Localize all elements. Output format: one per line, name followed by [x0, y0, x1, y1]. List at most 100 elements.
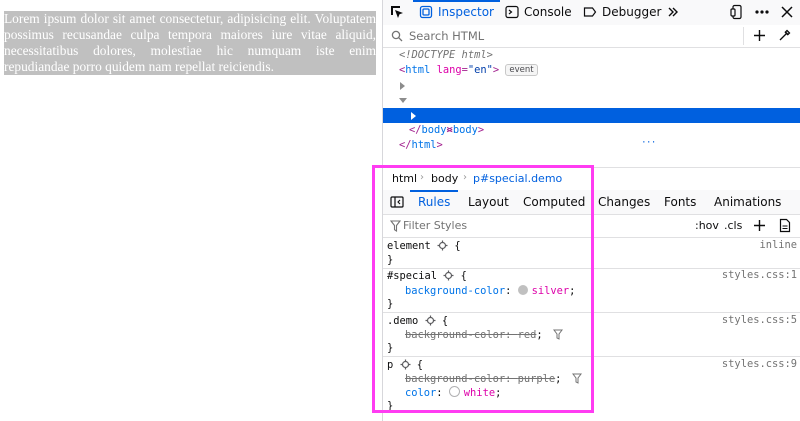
- event-badge[interactable]: event: [505, 64, 538, 76]
- expand-twisty-icon[interactable]: [411, 112, 416, 120]
- color-swatch-icon[interactable]: [448, 386, 460, 397]
- rule-source-link[interactable]: styles.css:5: [722, 314, 797, 326]
- breadcrumb-separator-icon: ›: [420, 172, 424, 183]
- markup-body-close[interactable]: </body>: [383, 123, 800, 138]
- responsive-design-icon[interactable]: [730, 0, 746, 24]
- rule-selector-line: p {: [387, 358, 423, 372]
- tab-changes[interactable]: Changes: [590, 190, 658, 214]
- special-demo-paragraph: Lorem ipsum dolor sit amet consectetur, …: [4, 11, 376, 75]
- color-swatch-icon[interactable]: [517, 285, 528, 295]
- markup-head[interactable]: <head></head>: [383, 78, 800, 121]
- add-node-icon[interactable]: [753, 29, 766, 42]
- declaration-line-overridden[interactable]: background-color: purple;: [405, 372, 582, 386]
- rules-list: element { inline } #special { styles.css…: [383, 238, 800, 421]
- rule-element: element { inline }: [383, 238, 800, 269]
- highlight-selector-icon[interactable]: [425, 315, 436, 326]
- search-icon: [391, 30, 403, 42]
- tab-animations[interactable]: Animations: [706, 190, 789, 214]
- property-value[interactable]: white: [464, 387, 495, 399]
- markup-doctype: <!DOCTYPE html>: [383, 48, 800, 63]
- markup-tree: <!DOCTYPE html> <html lang="en"> event <…: [383, 48, 800, 164]
- property-name[interactable]: color: [405, 387, 436, 399]
- highlight-selector-icon[interactable]: [443, 270, 454, 281]
- rule-p-element: p { styles.css:9 background-color: purpl…: [383, 356, 800, 414]
- highlight-selector-icon[interactable]: [437, 240, 448, 251]
- rule-selector[interactable]: element: [387, 240, 431, 252]
- close-icon[interactable]: [780, 0, 796, 24]
- tab-rules[interactable]: Rules: [410, 190, 459, 214]
- meatball-menu-icon[interactable]: [754, 0, 772, 24]
- eyedropper-icon[interactable]: [778, 28, 792, 42]
- pick-element-icon[interactable]: [389, 0, 407, 24]
- property-name[interactable]: background-color: [405, 329, 505, 341]
- rule-close-brace: }: [387, 400, 394, 412]
- property-name[interactable]: background-color: [405, 285, 505, 297]
- tab-debugger[interactable]: Debugger: [577, 0, 667, 24]
- markup-body-open[interactable]: <body>: [383, 93, 800, 136]
- class-toggle[interactable]: .cls: [724, 219, 742, 232]
- breadcrumb-body[interactable]: body: [431, 172, 458, 185]
- declaration-line-overridden[interactable]: background-color: red;: [405, 328, 563, 342]
- body-close-tag-name: body: [421, 124, 447, 136]
- devtools-toolbar: Inspector Console Debugger: [383, 0, 800, 26]
- breadcrumb-separator-icon: ›: [463, 172, 467, 183]
- filter-overridden-icon[interactable]: [571, 373, 582, 384]
- declaration-line[interactable]: background-color: silver;: [405, 284, 575, 298]
- tab-computed[interactable]: Computed: [515, 190, 593, 214]
- highlight-selector-icon[interactable]: [400, 359, 411, 370]
- markup-p-selected[interactable]: <p id="special" class="demo"></p>: [383, 108, 800, 151]
- markup-html-open[interactable]: <html lang="en"> event: [383, 63, 800, 78]
- search-input[interactable]: Search HTML: [409, 29, 484, 43]
- rule-source-link: inline: [759, 239, 797, 251]
- breadcrumb-html[interactable]: html: [392, 172, 417, 185]
- filter-overridden-icon[interactable]: [552, 329, 563, 340]
- tab-console[interactable]: Console: [499, 0, 578, 24]
- declaration-line[interactable]: color: white;: [405, 386, 501, 400]
- inspector-icon: [419, 5, 433, 19]
- doctype-text: <!DOCTYPE html>: [399, 49, 493, 61]
- rule-source-link[interactable]: styles.css:9: [722, 358, 797, 370]
- filter-styles-input[interactable]: Filter Styles: [403, 219, 467, 232]
- property-value[interactable]: red: [518, 329, 537, 341]
- html-close-tag-name: html: [411, 139, 437, 151]
- tab-fonts[interactable]: Fonts: [656, 190, 704, 214]
- print-media-icon[interactable]: [779, 218, 791, 233]
- property-name[interactable]: background-color: [405, 373, 505, 385]
- rule-selector[interactable]: p: [387, 359, 393, 371]
- breadcrumb-p-special-demo[interactable]: p#special.demo: [473, 172, 562, 185]
- collapse-twisty-icon[interactable]: [399, 98, 407, 103]
- rule-open-brace: {: [454, 240, 461, 252]
- sidebar-panel-tabs: Rules Layout Computed Changes Fonts Anim…: [383, 190, 800, 215]
- rule-close-brace: }: [387, 298, 394, 310]
- html-tag-name: html: [405, 64, 431, 76]
- toggle-sidebar-icon[interactable]: [390, 195, 404, 209]
- property-value[interactable]: purple: [518, 373, 556, 385]
- search-html-bar: Search HTML: [383, 25, 800, 48]
- more-tools-chevron-icon[interactable]: [666, 0, 682, 24]
- markup-html-close[interactable]: </html>: [383, 138, 800, 153]
- tab-debugger-label: Debugger: [602, 5, 662, 19]
- property-value[interactable]: silver: [532, 285, 570, 297]
- hover-pseudo-toggle[interactable]: :hov: [695, 219, 719, 232]
- filter-styles-bar: Filter Styles :hov .cls: [383, 215, 800, 238]
- console-icon: [505, 5, 519, 19]
- expand-twisty-icon[interactable]: [400, 82, 405, 90]
- tab-console-label: Console: [524, 5, 572, 19]
- html-attr-value: "en": [467, 64, 493, 76]
- tab-layout[interactable]: Layout: [460, 190, 517, 214]
- rule-open-brace: {: [416, 359, 424, 371]
- page-preview: Lorem ipsum dolor sit amet consectetur, …: [0, 0, 382, 421]
- rule-selector-line: #special {: [387, 269, 467, 283]
- rule-selector[interactable]: .demo: [387, 315, 418, 327]
- filter-icon: [390, 220, 401, 232]
- rule-selector-line: element {: [387, 239, 461, 253]
- add-rule-icon[interactable]: [753, 219, 766, 232]
- rule-selector[interactable]: #special: [387, 270, 437, 282]
- tab-inspector[interactable]: Inspector: [413, 0, 500, 24]
- breadcrumb: html › body › p#special.demo: [383, 167, 800, 191]
- rule-open-brace: {: [460, 270, 467, 282]
- tab-inspector-label: Inspector: [438, 5, 494, 19]
- rule-open-brace: {: [441, 315, 449, 327]
- divider: [743, 27, 744, 45]
- rule-source-link[interactable]: styles.css:1: [722, 269, 797, 281]
